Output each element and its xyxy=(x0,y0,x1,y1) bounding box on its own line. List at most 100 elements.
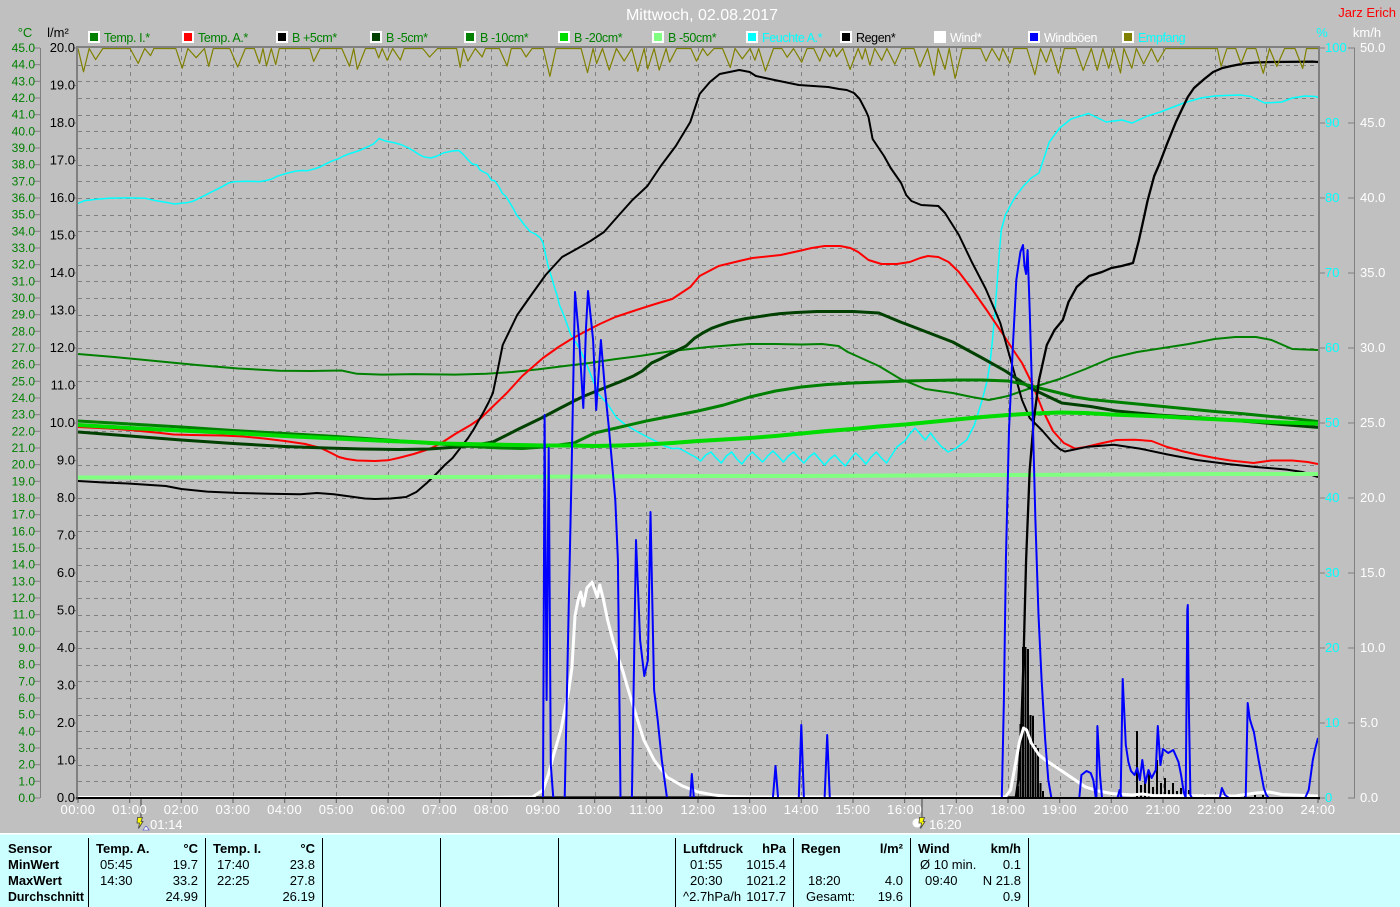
svg-text:10: 10 xyxy=(1325,715,1339,730)
svg-text:l/m²: l/m² xyxy=(880,841,904,856)
svg-text:22.0: 22.0 xyxy=(12,424,36,438)
svg-text:N 21.8: N 21.8 xyxy=(983,873,1021,888)
svg-text:Regen: Regen xyxy=(801,841,841,856)
svg-text:^2.7hPa/h: ^2.7hPa/h xyxy=(683,889,741,904)
svg-text:5.0: 5.0 xyxy=(1360,715,1378,730)
svg-text:18:20: 18:20 xyxy=(808,873,841,888)
svg-text:20:30: 20:30 xyxy=(690,873,723,888)
svg-text:18.0: 18.0 xyxy=(50,115,75,130)
svg-text:Wind*: Wind* xyxy=(950,31,982,45)
svg-text:11.0: 11.0 xyxy=(51,378,75,393)
svg-text:02:00: 02:00 xyxy=(164,802,199,817)
svg-text:50.0: 50.0 xyxy=(1360,40,1385,55)
svg-text:9.0: 9.0 xyxy=(18,641,35,655)
svg-text:33.0: 33.0 xyxy=(12,241,36,255)
svg-text:B -20cm*: B -20cm* xyxy=(574,31,623,45)
svg-text:4.0: 4.0 xyxy=(18,724,35,738)
svg-text:17.0: 17.0 xyxy=(50,153,75,168)
svg-text:40.0: 40.0 xyxy=(1360,190,1385,205)
svg-text:10.0: 10.0 xyxy=(50,415,75,430)
svg-text:20:00: 20:00 xyxy=(1094,802,1129,817)
svg-text:4.0: 4.0 xyxy=(57,640,75,655)
svg-text:16:20: 16:20 xyxy=(929,817,962,832)
svg-text:21.0: 21.0 xyxy=(12,441,36,455)
svg-text:B -5cm*: B -5cm* xyxy=(386,31,428,45)
svg-text:Temp. A.: Temp. A. xyxy=(96,841,149,856)
svg-text:80: 80 xyxy=(1325,190,1339,205)
svg-text:24.0: 24.0 xyxy=(12,391,36,405)
svg-text:01:55: 01:55 xyxy=(690,857,723,872)
svg-text:12.0: 12.0 xyxy=(12,591,36,605)
svg-text:28.0: 28.0 xyxy=(12,324,36,338)
svg-text:10.0: 10.0 xyxy=(12,624,36,638)
svg-text:11.0: 11.0 xyxy=(13,608,36,622)
svg-text:16:00: 16:00 xyxy=(887,802,922,817)
svg-text:20: 20 xyxy=(1325,640,1339,655)
svg-text:16.0: 16.0 xyxy=(50,190,75,205)
svg-text:10:00: 10:00 xyxy=(577,802,612,817)
svg-text:14:30: 14:30 xyxy=(100,873,133,888)
svg-text:50: 50 xyxy=(1325,415,1339,430)
svg-text:15:00: 15:00 xyxy=(835,802,870,817)
svg-text:60: 60 xyxy=(1325,340,1339,355)
svg-text:01:14: 01:14 xyxy=(150,817,183,832)
svg-text:1021.2: 1021.2 xyxy=(746,873,786,888)
svg-text:35.0: 35.0 xyxy=(12,208,36,222)
svg-text:17.0: 17.0 xyxy=(12,508,36,522)
svg-text:32.0: 32.0 xyxy=(12,258,36,272)
svg-text:39.0: 39.0 xyxy=(12,141,36,155)
svg-text:B -10cm*: B -10cm* xyxy=(480,31,529,45)
svg-text:40: 40 xyxy=(1325,490,1339,505)
svg-text:01:00: 01:00 xyxy=(112,802,147,817)
svg-text:00:00: 00:00 xyxy=(60,802,95,817)
svg-text:MaxWert: MaxWert xyxy=(8,873,63,888)
svg-text:35.0: 35.0 xyxy=(1360,265,1385,280)
svg-text:Temp. A.*: Temp. A.* xyxy=(198,31,248,45)
svg-text:1.0: 1.0 xyxy=(57,753,75,768)
svg-text:36.0: 36.0 xyxy=(12,191,36,205)
svg-text:Windböen: Windböen xyxy=(1044,31,1098,45)
svg-text:34.0: 34.0 xyxy=(12,224,36,238)
svg-text:13.0: 13.0 xyxy=(50,303,75,318)
svg-text:Durchschnitt: Durchschnitt xyxy=(8,889,85,904)
svg-text:06:00: 06:00 xyxy=(370,802,405,817)
svg-text:44.0: 44.0 xyxy=(12,58,36,72)
svg-text:21:00: 21:00 xyxy=(1145,802,1180,817)
svg-text:4.0: 4.0 xyxy=(885,873,903,888)
svg-text:07:00: 07:00 xyxy=(422,802,457,817)
svg-text:B +5cm*: B +5cm* xyxy=(292,31,337,45)
svg-text:0.0: 0.0 xyxy=(1360,790,1378,805)
svg-text:0.1: 0.1 xyxy=(1003,857,1021,872)
svg-text:Temp. I.: Temp. I. xyxy=(213,841,261,856)
svg-text:8.0: 8.0 xyxy=(18,658,35,672)
svg-text:27.8: 27.8 xyxy=(290,873,315,888)
svg-text:l/m²: l/m² xyxy=(47,25,69,40)
svg-text:12.0: 12.0 xyxy=(50,340,75,355)
svg-text:B -50cm*: B -50cm* xyxy=(668,31,717,45)
svg-text:Ø 10 min.: Ø 10 min. xyxy=(920,857,976,872)
svg-text:6.0: 6.0 xyxy=(18,691,35,705)
svg-text:16.0: 16.0 xyxy=(12,524,36,538)
svg-text:23.0: 23.0 xyxy=(12,408,36,422)
svg-text:Empfang: Empfang xyxy=(1138,31,1186,45)
svg-text:1017.7: 1017.7 xyxy=(746,889,786,904)
svg-text:Sensor: Sensor xyxy=(8,841,52,856)
svg-text:12:00: 12:00 xyxy=(680,802,715,817)
svg-text:20.0: 20.0 xyxy=(50,40,75,55)
svg-text:1015.4: 1015.4 xyxy=(746,857,786,872)
svg-text:2.0: 2.0 xyxy=(18,758,35,772)
svg-text:27.0: 27.0 xyxy=(12,341,36,355)
svg-text:7.0: 7.0 xyxy=(18,674,35,688)
svg-text:29.0: 29.0 xyxy=(12,308,36,322)
svg-text:19:00: 19:00 xyxy=(1042,802,1077,817)
svg-text:0.9: 0.9 xyxy=(1003,889,1021,904)
svg-text:km/h: km/h xyxy=(1353,25,1381,40)
svg-text:42.0: 42.0 xyxy=(12,91,36,105)
svg-text:18.0: 18.0 xyxy=(12,491,36,505)
svg-text:14:00: 14:00 xyxy=(784,802,819,817)
svg-text:23.8: 23.8 xyxy=(290,857,315,872)
svg-text:41.0: 41.0 xyxy=(12,108,36,122)
svg-text:26.0: 26.0 xyxy=(12,358,36,372)
svg-text:17:00: 17:00 xyxy=(939,802,974,817)
svg-text:Wind: Wind xyxy=(918,841,950,856)
